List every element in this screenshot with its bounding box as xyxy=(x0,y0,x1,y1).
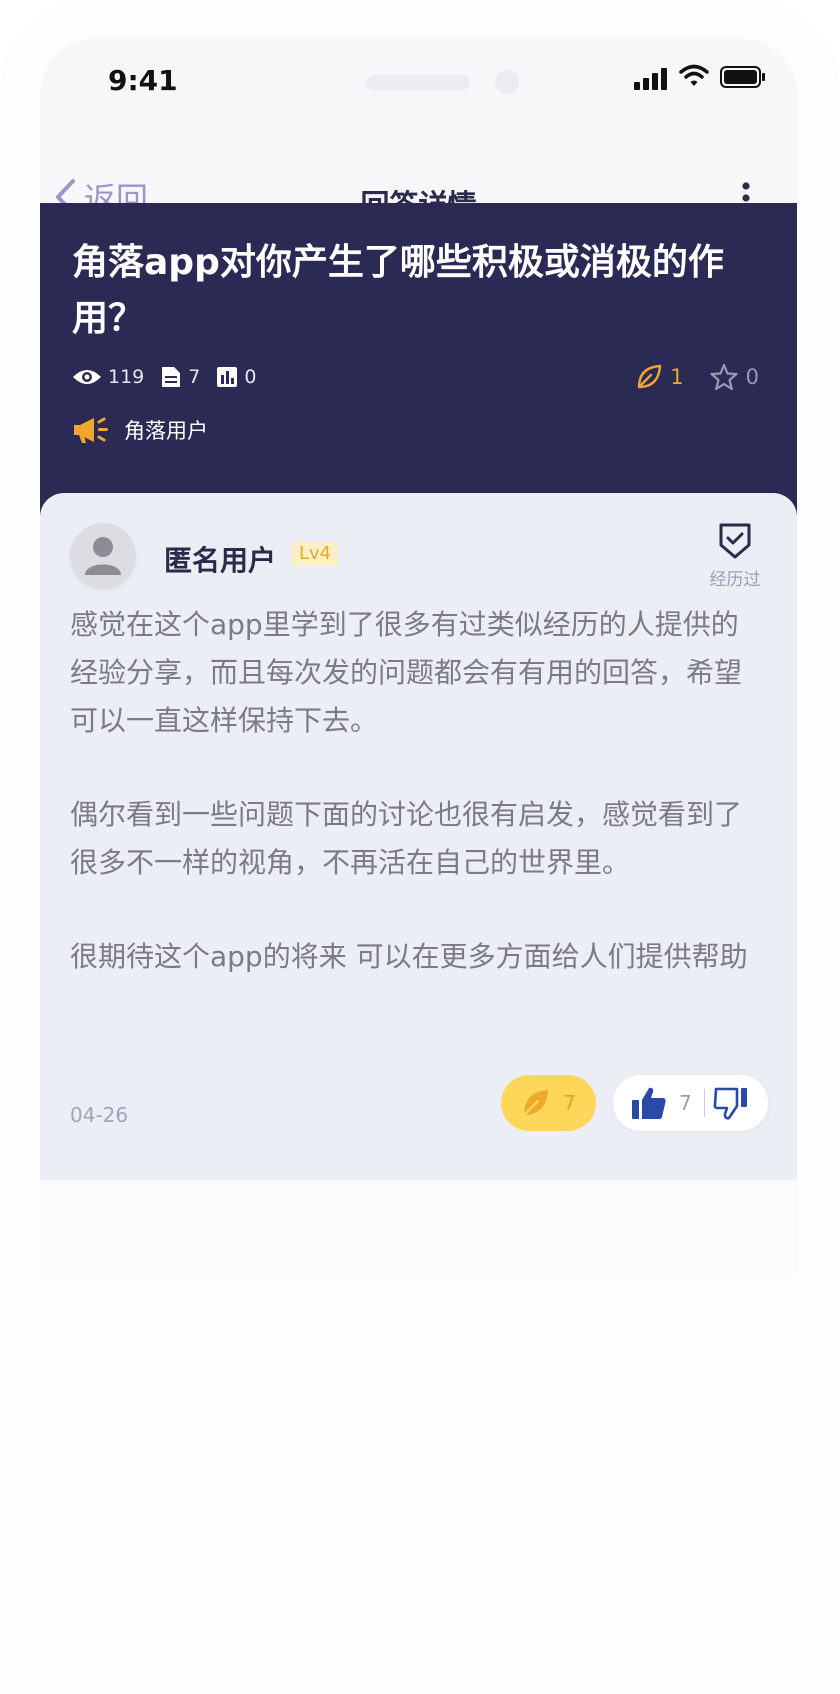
views-stat: 119 xyxy=(72,366,144,388)
leaf-icon xyxy=(638,364,662,389)
answers-stat: 7 xyxy=(160,366,200,388)
favorite-count: 0 xyxy=(745,365,759,389)
answer-body: 感觉在这个app里学到了很多有过类似经历的人提供的经验分享，而且每次发的问题都会… xyxy=(70,601,750,1027)
eye-icon xyxy=(73,370,101,384)
answer-paragraph: 偶尔看到一些问题下面的讨论也很有启发，感觉看到了很多不一样的视角，不再活在自己的… xyxy=(70,798,743,879)
vote-control: 7 xyxy=(613,1075,768,1131)
screen: 9:41 返回 角落app对你产生了哪些积极或消极的作用？ 119 7 0 1 … xyxy=(40,38,797,1274)
leaf-button-count: 7 xyxy=(563,1091,576,1115)
phone-frame: 9:41 返回 角落app对你产生了哪些积极或消极的作用？ 119 7 0 1 … xyxy=(0,0,840,1694)
battery-icon xyxy=(720,66,765,88)
favorite-stat[interactable]: 0 xyxy=(710,363,759,391)
answer-paragraph: 很期待这个app的将来 可以在更多方面给人们提供帮助 xyxy=(70,940,748,973)
star-icon xyxy=(710,363,738,391)
status-time: 9:41 xyxy=(108,64,178,97)
views-count: 119 xyxy=(108,366,145,388)
speaker-notch xyxy=(366,75,470,90)
avatar[interactable] xyxy=(70,523,136,589)
leaf-stat[interactable]: 1 xyxy=(636,364,684,390)
answer-paragraph: 感觉在这个app里学到了很多有过类似经历的人提供的经验分享，而且每次发的问题都会… xyxy=(70,608,743,737)
thumbs-down-icon[interactable] xyxy=(713,1086,749,1120)
status-bar: 9:41 xyxy=(40,38,797,130)
answer-date: 04-26 xyxy=(70,1103,129,1127)
document-icon xyxy=(162,367,181,387)
question-title[interactable]: 角落app对你产生了哪些积极或消极的作用？ xyxy=(72,235,772,347)
next-section xyxy=(40,1180,797,1274)
badge-check-icon xyxy=(719,523,751,559)
megaphone-icon xyxy=(74,417,108,443)
signal-icon xyxy=(634,68,667,90)
question-header: 角落app对你产生了哪些积极或消极的作用？ 119 7 0 1 0 角落用户 xyxy=(40,203,797,533)
wifi-icon xyxy=(679,64,709,86)
chart-icon xyxy=(217,367,238,387)
experienced-badge: 经历过 xyxy=(700,523,770,590)
level-badge: Lv4 xyxy=(292,541,339,566)
answer-card: 匿名用户 Lv4 经历过 感觉在这个app里学到了很多有过类似经历的人提供的经验… xyxy=(40,493,797,1223)
question-tag[interactable]: 角落用户 xyxy=(72,415,208,445)
leaf-button[interactable]: 7 xyxy=(501,1075,596,1131)
chart-count: 0 xyxy=(244,366,257,388)
avatar-icon xyxy=(85,537,121,575)
thumbs-up-icon[interactable] xyxy=(631,1086,667,1120)
question-actions: 1 0 xyxy=(636,363,759,391)
vote-divider xyxy=(703,1089,705,1117)
like-count: 7 xyxy=(679,1091,692,1115)
leaf-count: 1 xyxy=(670,365,684,389)
chart-stat: 0 xyxy=(216,366,256,388)
leaf-icon xyxy=(522,1090,549,1117)
camera-notch xyxy=(495,70,519,94)
experienced-label: 经历过 xyxy=(709,570,761,590)
tag-label: 角落用户 xyxy=(124,419,208,443)
answers-count: 7 xyxy=(188,366,201,388)
question-stats: 119 7 0 xyxy=(72,366,272,388)
user-name[interactable]: 匿名用户 xyxy=(164,539,276,579)
